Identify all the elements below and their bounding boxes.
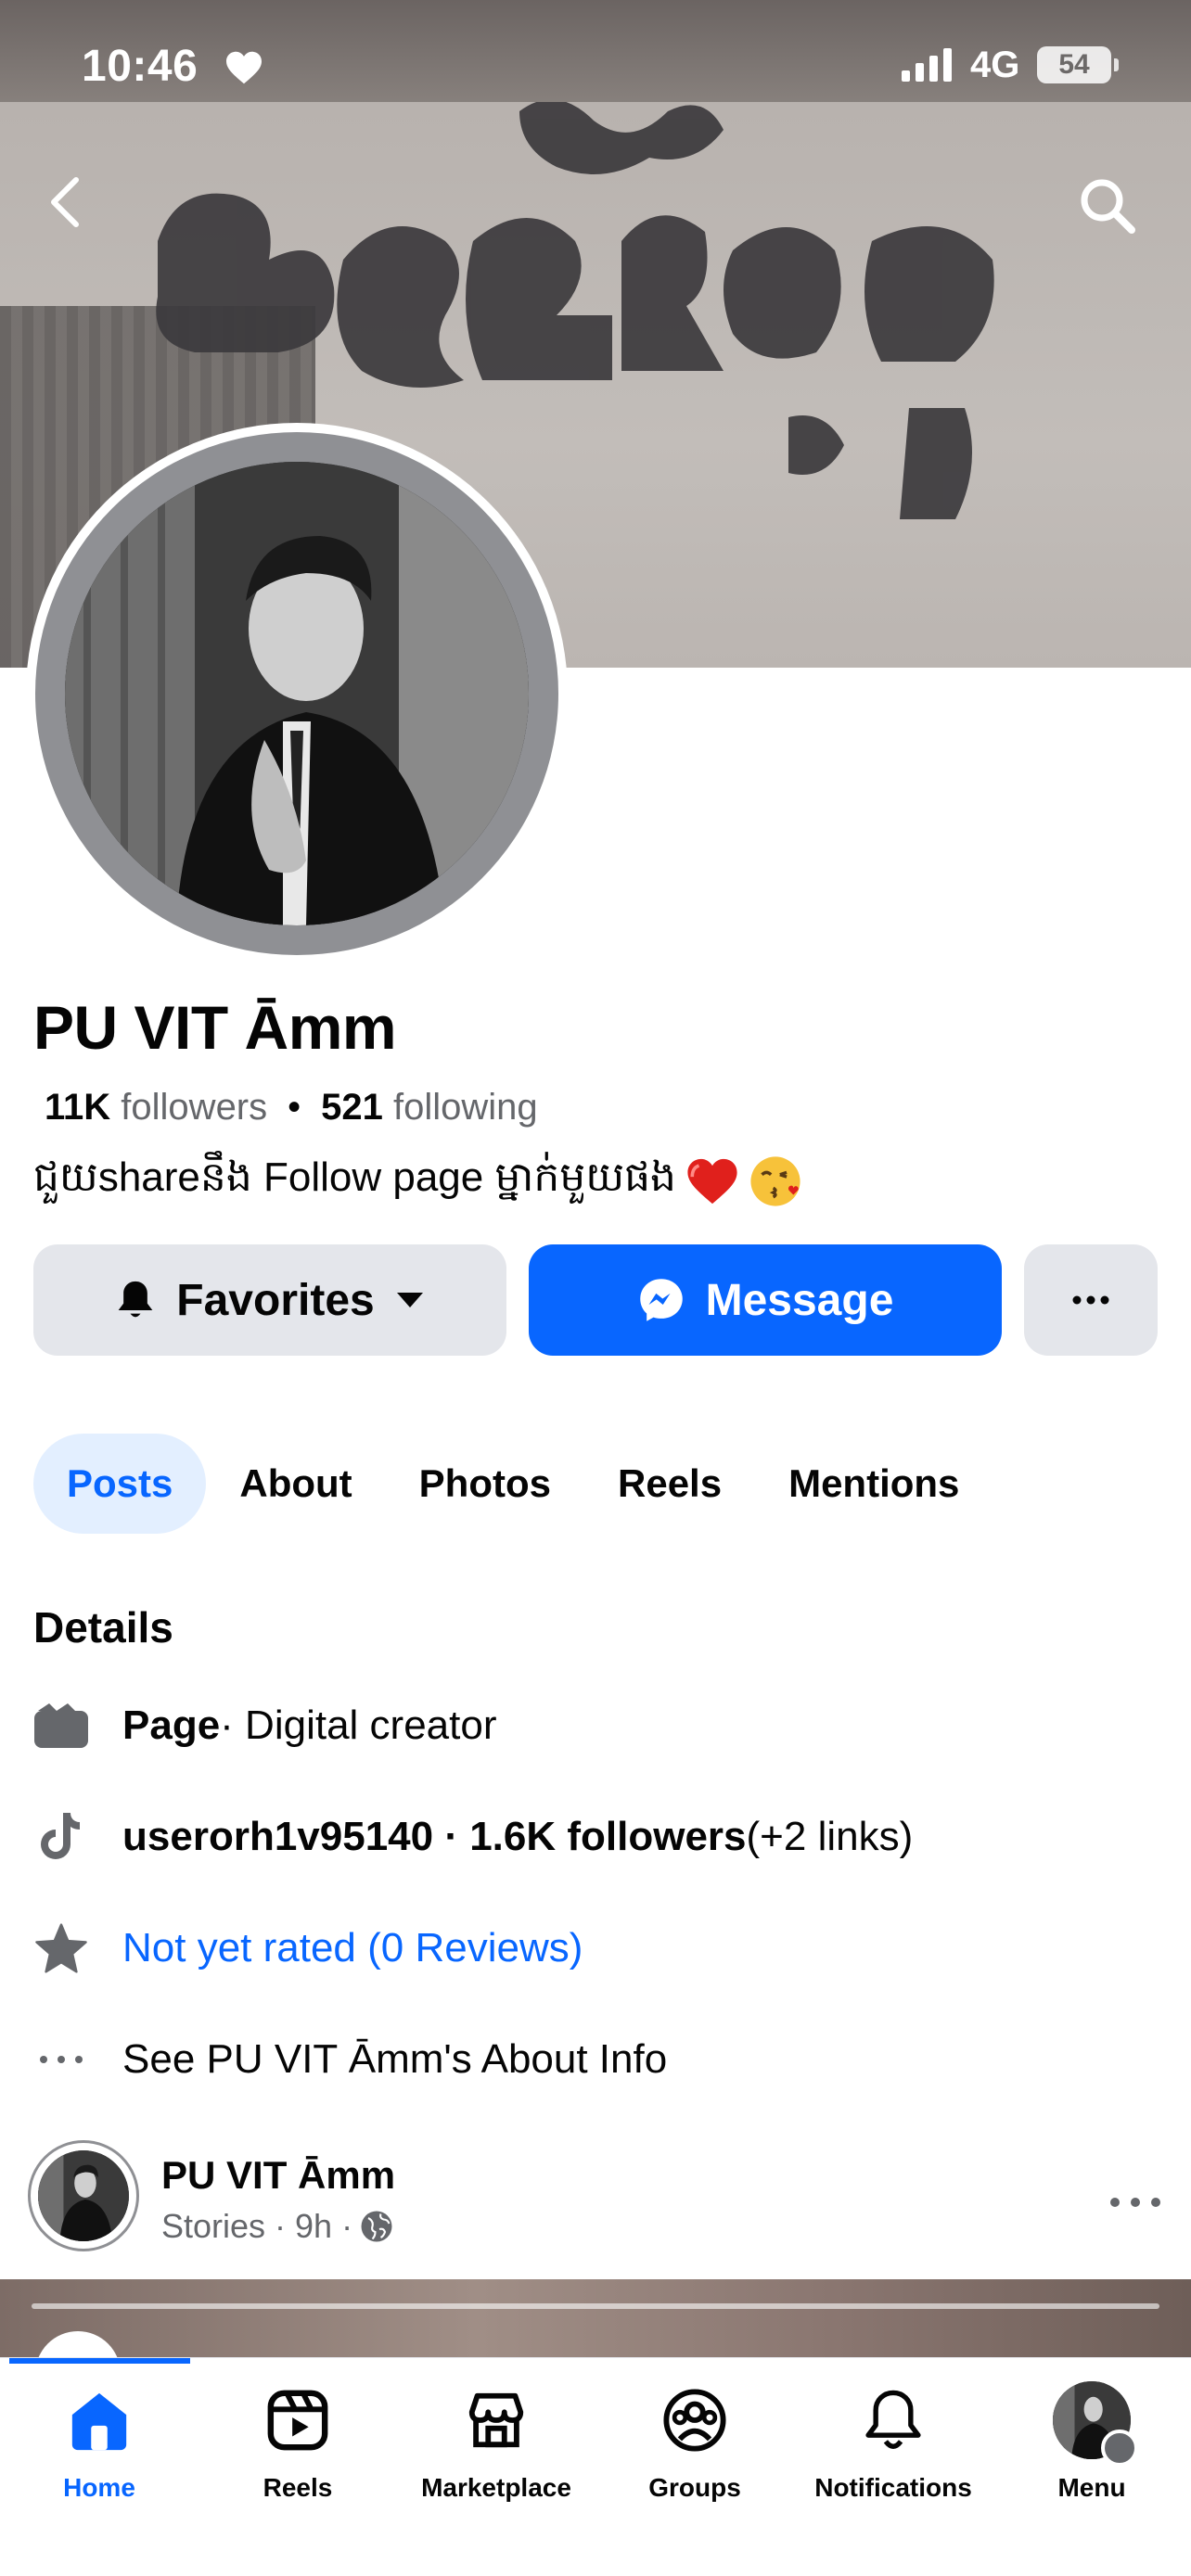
nav-groups-label: Groups <box>648 2473 741 2502</box>
status-time: 10:46 <box>82 42 198 91</box>
post-author-avatar[interactable] <box>28 2140 139 2251</box>
detail-page-label: Page <box>122 1702 221 1748</box>
profile-name: PU VIT Āmm <box>33 993 397 1062</box>
star-icon <box>33 1920 89 1976</box>
details-heading: Details <box>33 1603 173 1651</box>
profile-avatar[interactable] <box>65 462 529 925</box>
red-heart-emoji-icon <box>687 1158 737 1205</box>
followers-count[interactable]: 11K <box>45 1087 110 1128</box>
more-options-button[interactable] <box>1024 1244 1158 1356</box>
nav-notifications[interactable]: Notifications <box>794 2380 992 2519</box>
messenger-icon <box>639 1279 683 1321</box>
nav-marketplace[interactable]: Marketplace <box>397 2380 596 2519</box>
nav-home-label: Home <box>63 2473 135 2502</box>
search-icon[interactable] <box>1076 174 1137 236</box>
ellipsis-icon <box>1072 1295 1109 1305</box>
globe-icon <box>361 2211 392 2242</box>
profile-bio: ជួយshareនឹង Follow page ម្នាក់មួយផង <box>33 1152 802 1211</box>
menu-avatar-icon <box>1052 2380 1138 2467</box>
nav-menu-label: Menu <box>1057 2473 1126 2502</box>
tab-about[interactable]: About <box>206 1434 385 1534</box>
story-avatar <box>35 2331 121 2357</box>
battery-icon: 54 <box>1037 46 1111 83</box>
bell-icon <box>118 1281 153 1318</box>
nav-marketplace-label: Marketplace <box>421 2473 571 2502</box>
nav-notifications-label: Notifications <box>814 2473 972 2502</box>
post-author-photo <box>38 2150 129 2241</box>
chevron-left-icon[interactable] <box>43 174 89 230</box>
following-count[interactable]: 521 <box>321 1087 383 1128</box>
post-author-name[interactable]: PU VIT Āmm <box>161 2153 395 2198</box>
heart-icon <box>226 51 262 84</box>
detail-page-category-text: · Digital creator <box>220 1702 497 1748</box>
favorites-label: Favorites <box>176 1275 375 1325</box>
detail-rating[interactable]: Not yet rated (0 Reviews) <box>33 1916 583 1981</box>
bio-text: ជួយshareនឹង Follow page ម្នាក់មួយផង <box>33 1154 676 1200</box>
tiktok-links[interactable]: (+2 links) <box>747 1814 914 1860</box>
nav-groups[interactable]: Groups <box>596 2380 794 2519</box>
detail-about-info[interactable]: See PU VIT Āmm's About Info <box>33 2027 667 2092</box>
rating-link[interactable]: Not yet rated (0 Reviews) <box>122 1925 583 1971</box>
tab-photos[interactable]: Photos <box>386 1434 584 1534</box>
menu-hamburger-badge <box>1101 2429 1138 2467</box>
tiktok-icon <box>33 1809 89 1865</box>
message-label: Message <box>705 1275 894 1325</box>
profile-stats: 11K followers • 521 following <box>45 1087 538 1129</box>
tab-mentions[interactable]: Mentions <box>755 1434 992 1534</box>
profile-photo <box>65 462 529 925</box>
story-progress-bar <box>32 2303 1159 2309</box>
detail-tiktok[interactable]: userorh1v95140 · 1.6K followers (+2 link… <box>33 1804 913 1869</box>
status-bar: 10:46 4G 54 <box>0 0 1191 134</box>
nav-reels[interactable]: Reels <box>198 2380 397 2519</box>
clapperboard-icon <box>33 1698 89 1753</box>
battery-tip <box>1114 58 1119 71</box>
story-preview[interactable] <box>0 2279 1191 2357</box>
post-meta-text: Stories · 9h · <box>161 2207 353 2245</box>
nav-reels-label: Reels <box>263 2473 333 2502</box>
followers-label[interactable]: followers <box>121 1087 267 1128</box>
tiktok-handle[interactable]: userorh1v95140 · 1.6K followers <box>122 1814 747 1860</box>
detail-page-category: Page · Digital creator <box>33 1693 496 1758</box>
bell-icon <box>853 2380 933 2460</box>
network-type: 4G <box>970 45 1020 85</box>
kissing-face-emoji-icon <box>750 1156 800 1206</box>
favorites-button[interactable]: Favorites <box>33 1244 506 1356</box>
bottom-nav: Home Reels Marketplace Groups Notificati… <box>0 2357 1191 2576</box>
nav-active-indicator <box>9 2358 190 2364</box>
stats-separator: • <box>288 1087 301 1128</box>
groups-icon <box>655 2380 735 2460</box>
about-info-link[interactable]: See PU VIT Āmm's About Info <box>122 2036 667 2083</box>
caret-down-icon <box>396 1293 423 1307</box>
battery-level: 54 <box>1058 49 1090 80</box>
menu-avatar <box>1053 2381 1138 2467</box>
following-label[interactable]: following <box>393 1087 538 1128</box>
profile-tabs: Posts About Photos Reels Mentions <box>33 1434 992 1534</box>
post-meta: Stories · 9h · <box>161 2207 393 2246</box>
nav-home[interactable]: Home <box>0 2380 198 2519</box>
reels-icon <box>258 2380 338 2460</box>
marketplace-icon <box>456 2380 536 2460</box>
tab-posts[interactable]: Posts <box>33 1434 207 1534</box>
nav-menu[interactable]: Menu <box>992 2380 1191 2519</box>
signal-icon <box>902 48 952 82</box>
message-button[interactable]: Message <box>529 1244 1002 1356</box>
ellipsis-icon <box>33 2032 89 2087</box>
home-icon <box>59 2380 139 2460</box>
post-options-icon[interactable] <box>1109 2188 1161 2216</box>
tab-reels[interactable]: Reels <box>584 1434 755 1534</box>
